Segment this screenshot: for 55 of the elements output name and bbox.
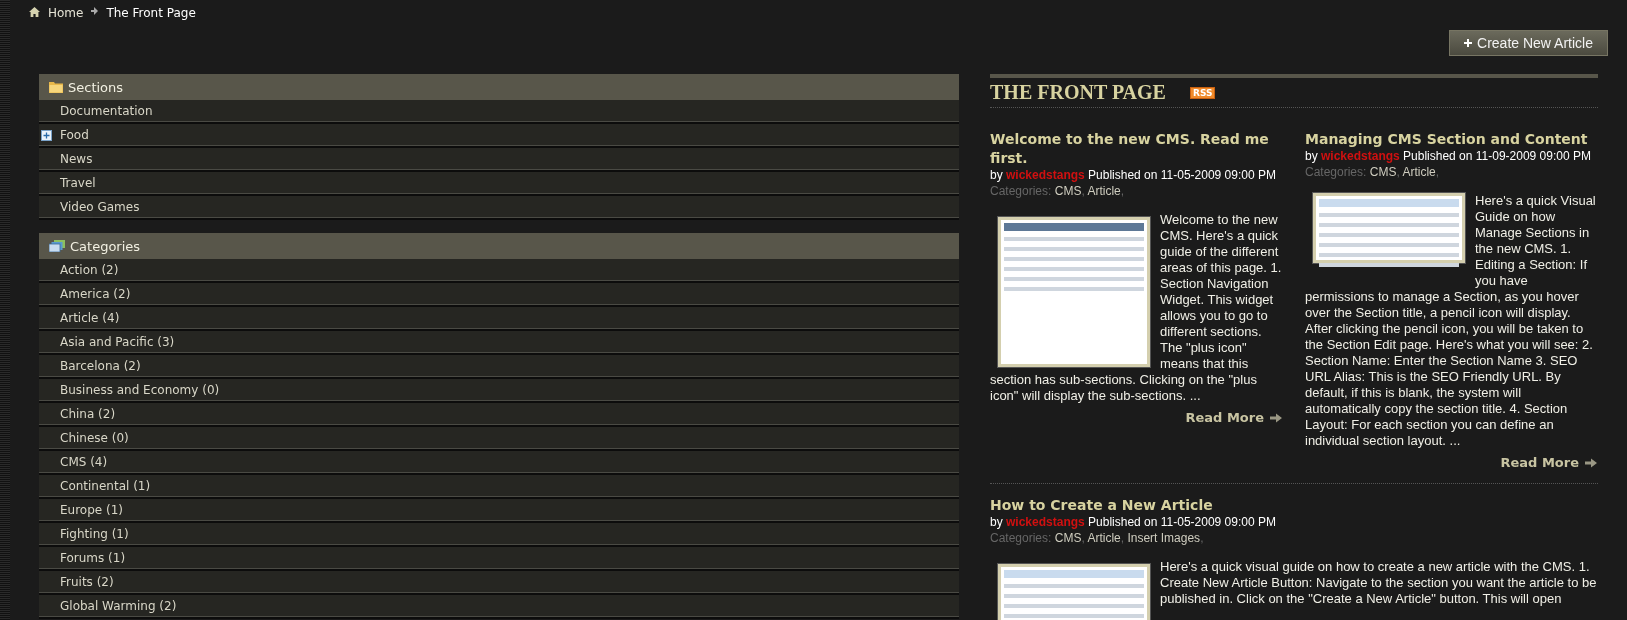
category-item[interactable]: America (2) — [39, 283, 959, 307]
section-item[interactable]: Travel — [39, 172, 959, 196]
read-more-link[interactable]: Read More — [1185, 410, 1283, 425]
category-item[interactable]: Fruits (2) — [39, 571, 959, 595]
article-excerpt: permissions to manage a Section, as you hover over the Section title, a pencil icon will display. After clicking the pencil icon, you will be taken to the Section Edit page. Here's what you will see: 2. Section Name: Enter the Section Name 3. SEO URL Alias: This is the SEO Friendly URL. By default, if this is blank, the system will automatically copy the section title. 4. Section Layout: For each section you can define an individual section layout. ... — [1305, 289, 1594, 449]
article-title[interactable]: How to Create a New Article — [990, 496, 1598, 515]
arrow-right-icon — [1269, 412, 1283, 423]
section-item[interactable]: Video Games — [39, 196, 959, 220]
article-title[interactable]: Managing CMS Section and Content — [1305, 130, 1598, 149]
category-item[interactable]: China (2) — [39, 403, 959, 427]
screenshot-thumbnail[interactable] — [998, 564, 1150, 620]
category-link[interactable]: Article — [1087, 531, 1121, 545]
category-item[interactable]: Chinese (0) — [39, 427, 959, 451]
read-more-link[interactable]: Read More — [1500, 455, 1598, 470]
section-item[interactable]: Documentation — [39, 100, 959, 124]
categories-title: Categories — [70, 238, 141, 254]
breadcrumb-link[interactable]: Home — [48, 7, 84, 19]
article-byline: by wickedstangs Published on 11-05-2009 09:00 PM — [990, 515, 1277, 530]
category-item[interactable]: Business and Economy (0) — [39, 379, 959, 403]
folder-icon — [49, 81, 63, 93]
categories-line: Categories: CMS, Article, Insert Images, — [990, 530, 1205, 546]
category-item[interactable]: Europe (1) — [39, 499, 959, 523]
plus-icon — [1464, 39, 1473, 47]
categories-line: Categories: CMS, Article, — [990, 183, 1126, 199]
category-item[interactable]: Asia and Pacific (3) — [39, 331, 959, 355]
article-excerpt: Welcome to the new CMS. Here's a quick guide of the different areas of this page. 1. Section Navigation Widget. This widget allows you to go to different sections. The "plus icon" means that this — [1160, 212, 1283, 372]
create-article-button[interactable]: Create New Article — [1449, 30, 1608, 56]
category-item[interactable]: Continental (1) — [39, 475, 959, 499]
page-title: THE FRONT PAGE — [990, 81, 1166, 104]
section-item[interactable]: Food — [39, 124, 959, 148]
screenshot-thumbnail[interactable] — [998, 217, 1150, 367]
category-item[interactable]: Article (4) — [39, 307, 959, 331]
category-item[interactable]: Fighting (1) — [39, 523, 959, 547]
category-item[interactable]: CMS (4) — [39, 451, 959, 475]
arrow-icon — [91, 7, 99, 15]
category-item[interactable]: Global Warming (2) — [39, 595, 959, 619]
plus-icon[interactable] — [41, 130, 52, 141]
category-item[interactable]: Forums (1) — [39, 547, 959, 571]
category-item[interactable]: Barcelona (2) — [39, 355, 959, 379]
arrow-right-icon — [1584, 457, 1598, 468]
article-title[interactable]: Welcome to the new CMS. Read me first. — [990, 130, 1283, 168]
category-item[interactable]: Action (2) — [39, 259, 959, 283]
section-item[interactable]: News — [39, 148, 959, 172]
home-icon[interactable] — [29, 7, 40, 17]
categories-line: Categories: CMS, Article, — [1305, 164, 1441, 180]
category-link[interactable]: Article — [1402, 165, 1436, 179]
stacked-windows-icon — [49, 240, 65, 252]
sections-title: Sections — [68, 79, 124, 95]
article-excerpt: Here's a quick visual guide on how to create a new article with the CMS. 1. Create New Article Button: Navigate to the section you want the article to be published in. Click on the "Create a New Article" button. This will open — [1160, 559, 1598, 607]
article-excerpt: Here's a quick Visual Guide on how Manage Sections in the new CMS. 1. Editing a Section: If you have — [1475, 193, 1597, 289]
article-excerpt: section has sub-sections. Clicking on the "plus icon" will display the sub-sections. ... — [990, 372, 1258, 404]
article-byline: by wickedstangs Published on 11-09-2009 09:00 PM — [1305, 149, 1592, 164]
article-byline: by wickedstangs Published on 11-05-2009 09:00 PM — [990, 168, 1277, 183]
breadcrumb-current: The Front Page — [106, 7, 196, 19]
category-link[interactable]: Article — [1087, 184, 1121, 198]
